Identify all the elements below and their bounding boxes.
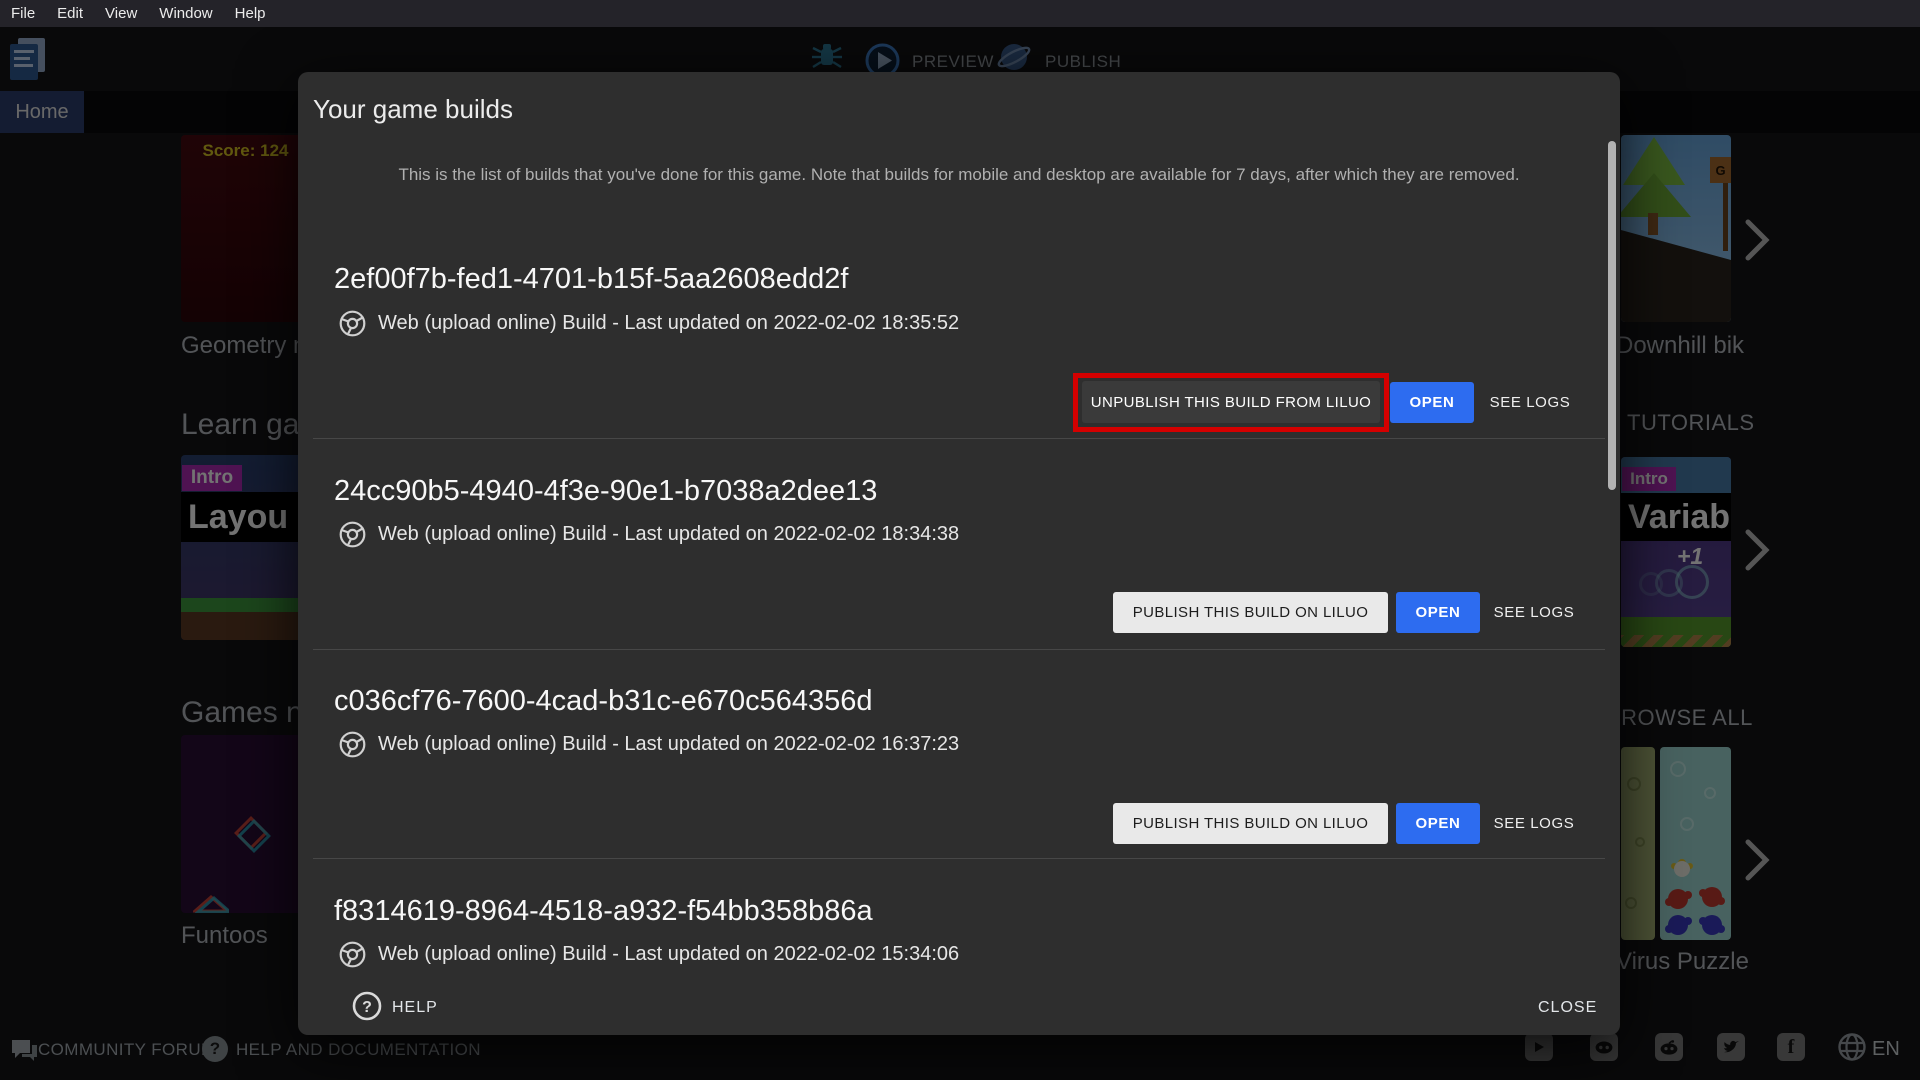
dialog-description: This is the list of builds that you've d… (359, 162, 1559, 188)
see-logs-button[interactable]: SEE LOGS (1488, 382, 1572, 423)
row-divider (313, 438, 1605, 439)
svg-text:?: ? (362, 999, 372, 1016)
row-divider (313, 649, 1605, 650)
gdevelop-window: File Edit View Window Help (0, 0, 1920, 1080)
build-info-row: Web (upload online) Build - Last updated… (339, 939, 959, 969)
close-button[interactable]: CLOSE (1538, 999, 1597, 1017)
menu-edit[interactable]: Edit (57, 5, 83, 22)
chrome-browser-icon (339, 521, 366, 548)
publish-build-button[interactable]: PUBLISH THIS BUILD ON LILUO (1113, 803, 1388, 844)
see-logs-button[interactable]: SEE LOGS (1492, 592, 1576, 633)
build-info-text: Web (upload online) Build - Last updated… (378, 312, 959, 335)
unpublish-build-button[interactable]: UNPUBLISH THIS BUILD FROM LILUO (1082, 381, 1380, 423)
menu-bar: File Edit View Window Help (0, 0, 1920, 27)
publish-build-button[interactable]: PUBLISH THIS BUILD ON LILUO (1113, 592, 1388, 633)
build-info-text: Web (upload online) Build - Last updated… (378, 733, 959, 756)
your-game-builds-dialog: Your game builds This is the list of bui… (298, 72, 1620, 1035)
build-info-text: Web (upload online) Build - Last updated… (378, 943, 959, 966)
build-uuid: 2ef00f7b-fed1-4701-b15f-5aa2608edd2f (334, 263, 848, 296)
open-build-button[interactable]: OPEN (1396, 592, 1480, 633)
chrome-browser-icon (339, 731, 366, 758)
build-info-row: Web (upload online) Build - Last updated… (339, 519, 959, 549)
build-uuid: c036cf76-7600-4cad-b31c-e670c564356d (334, 685, 873, 718)
build-info-row: Web (upload online) Build - Last updated… (339, 308, 959, 338)
menu-window[interactable]: Window (159, 5, 212, 22)
menu-file[interactable]: File (11, 5, 35, 22)
build-info-text: Web (upload online) Build - Last updated… (378, 523, 959, 546)
row-divider (313, 858, 1605, 859)
chrome-browser-icon (339, 310, 366, 337)
build-info-row: Web (upload online) Build - Last updated… (339, 729, 959, 759)
open-build-button[interactable]: OPEN (1396, 803, 1480, 844)
menu-help[interactable]: Help (235, 5, 266, 22)
help-button[interactable]: HELP (392, 999, 438, 1017)
see-logs-button[interactable]: SEE LOGS (1492, 803, 1576, 844)
chrome-browser-icon (339, 941, 366, 968)
menu-view[interactable]: View (105, 5, 137, 22)
open-build-button[interactable]: OPEN (1390, 382, 1474, 423)
help-question-icon[interactable]: ? (352, 991, 382, 1021)
build-uuid: 24cc90b5-4940-4f3e-90e1-b7038a2dee13 (334, 475, 877, 508)
modal-scrollbar-thumb[interactable] (1608, 141, 1616, 490)
dialog-title: Your game builds (313, 94, 513, 125)
build-uuid: f8314619-8964-4518-a932-f54bb358b86a (334, 895, 873, 928)
